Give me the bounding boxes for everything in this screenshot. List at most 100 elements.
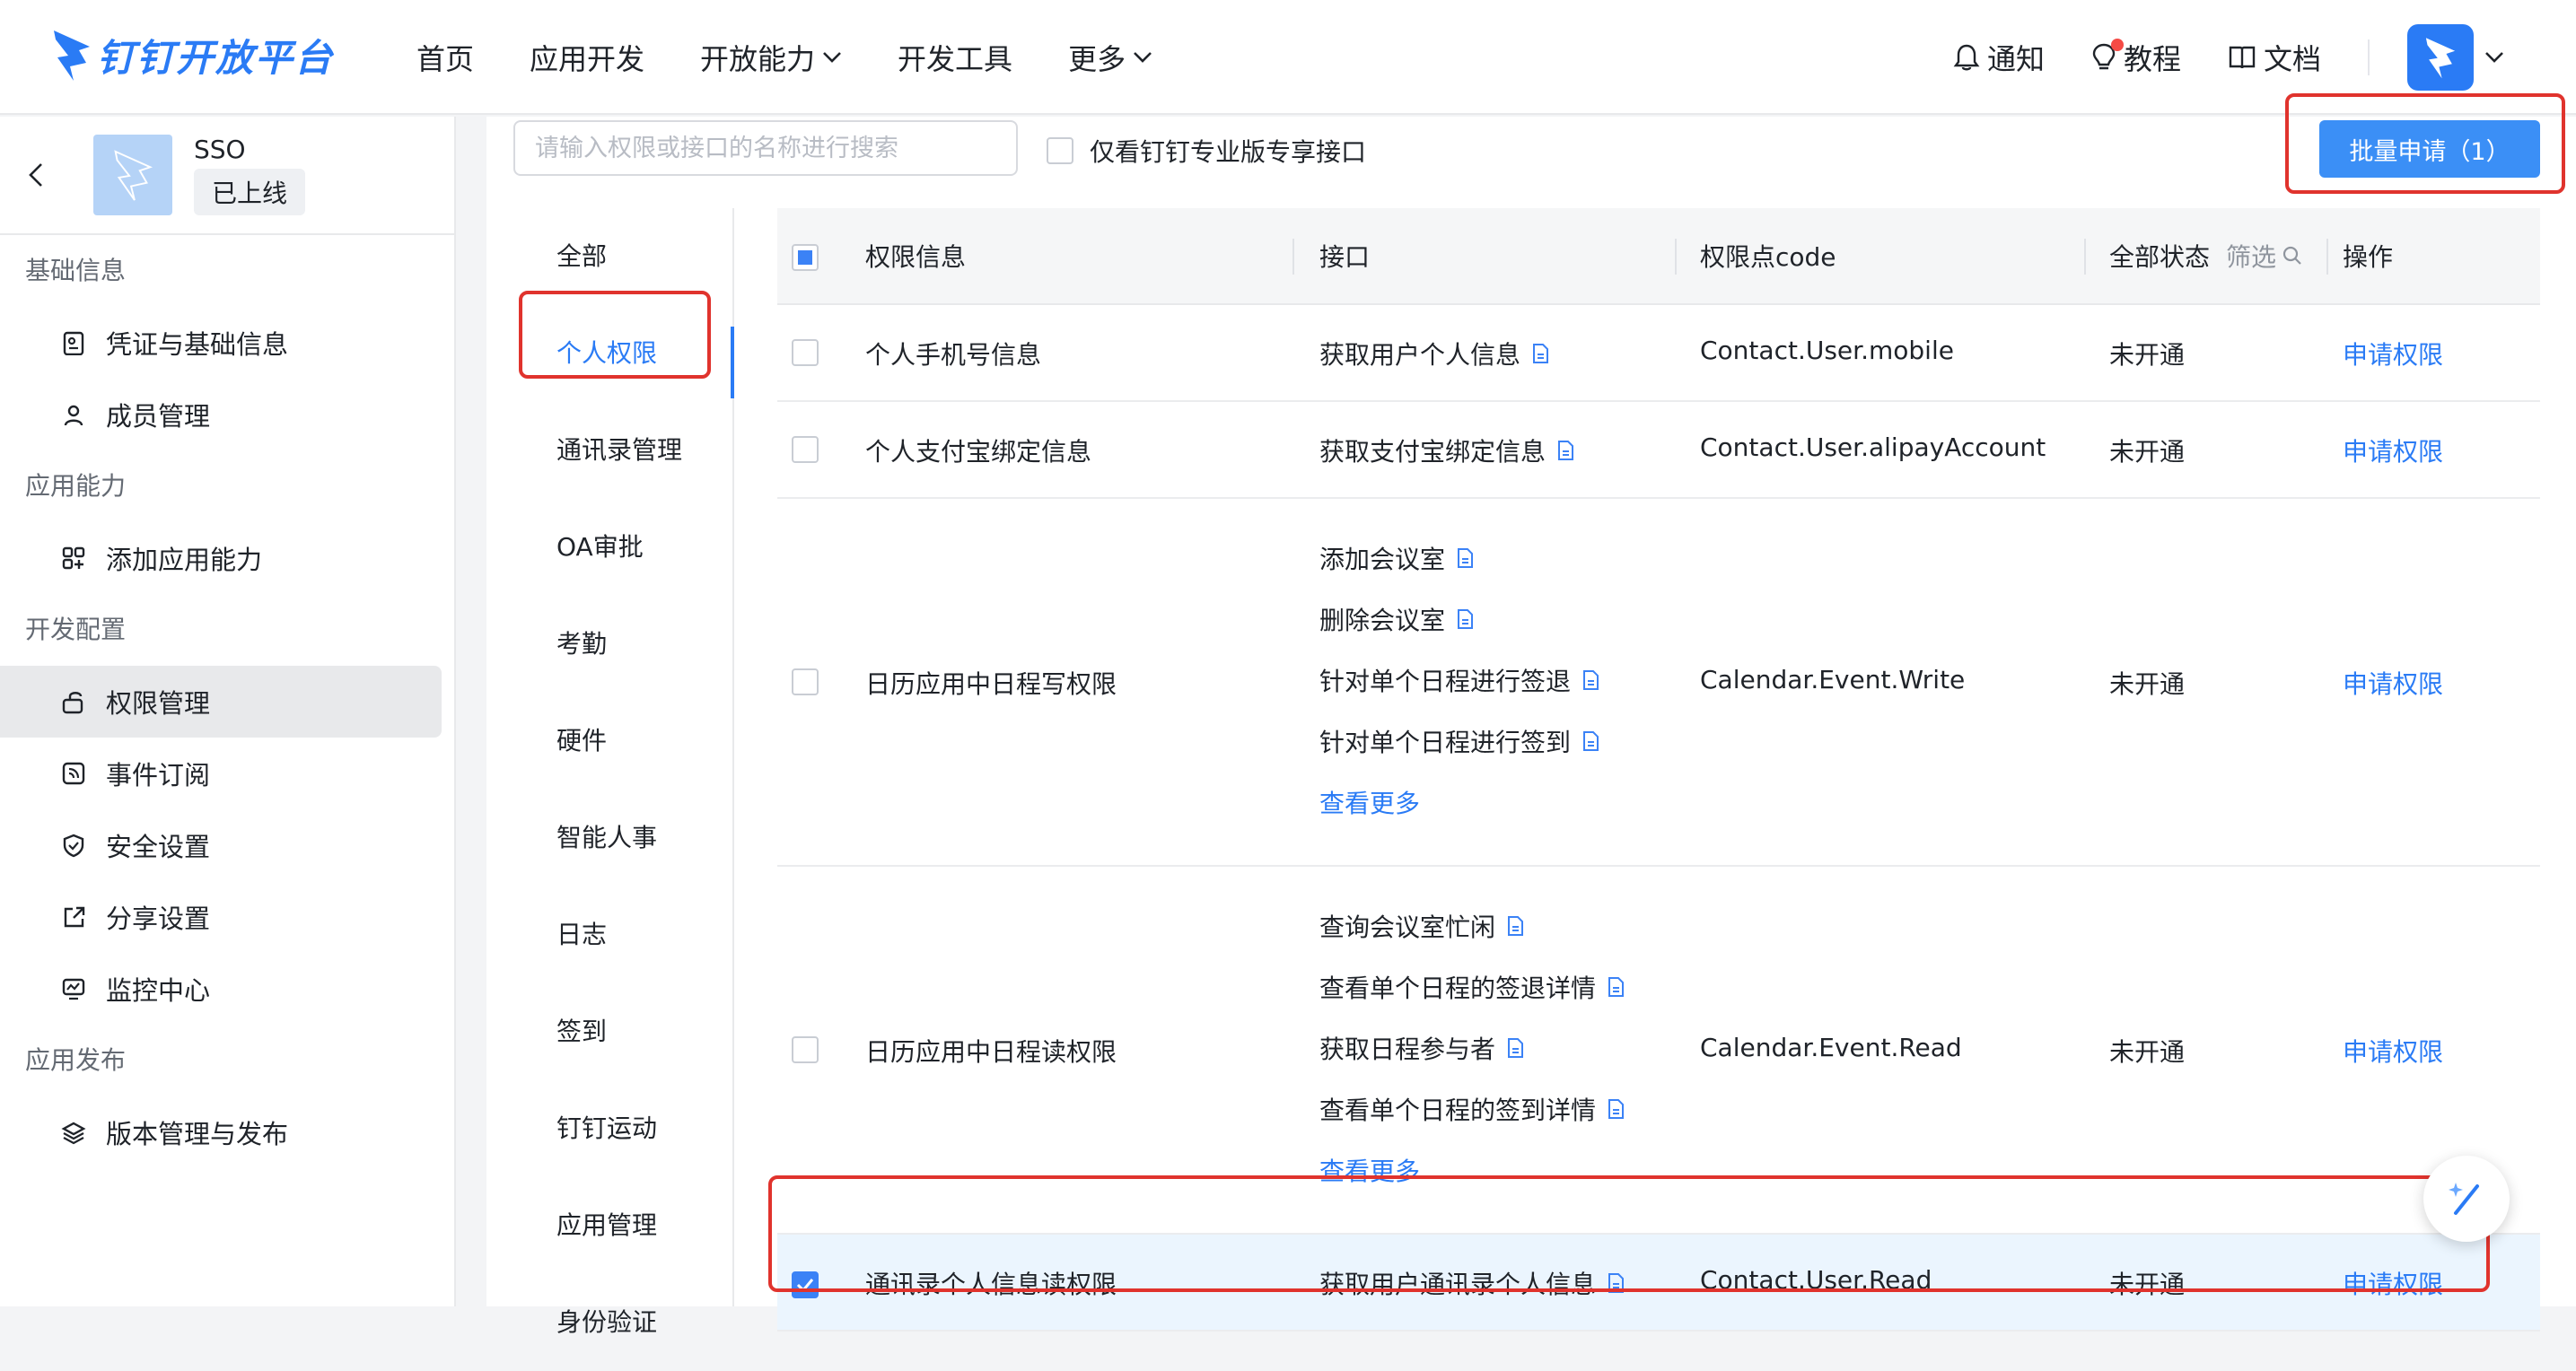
category-item[interactable]: 签到 xyxy=(486,983,732,1080)
app-icon xyxy=(93,135,172,215)
nav-item[interactable]: 首页 xyxy=(416,32,474,83)
pro-only-checkbox[interactable] xyxy=(1047,137,1073,164)
sidebar-item[interactable]: 添加应用能力 xyxy=(0,522,442,594)
permission-code: Calendar.Event.Read xyxy=(1700,1033,1962,1062)
api-name: 针对单个日程进行签到 xyxy=(1319,728,1572,757)
doc-icon[interactable] xyxy=(1456,547,1474,569)
doc-icon[interactable] xyxy=(1582,730,1599,752)
sidebar-item[interactable]: 安全设置 xyxy=(0,809,442,881)
permission-name: 通讯录个人信息读权限 xyxy=(865,1270,1117,1299)
user-menu[interactable] xyxy=(2407,24,2504,91)
table-row[interactable]: 个人支付宝绑定信息 获取支付宝绑定信息 Contact.User.alipayAcc… xyxy=(777,402,2540,499)
lock-icon xyxy=(62,692,83,714)
book-icon xyxy=(2229,46,2256,69)
category-item[interactable]: 日志 xyxy=(486,886,732,983)
category-item[interactable]: 硬件 xyxy=(486,693,732,790)
apply-permission-link[interactable]: 申请权限 xyxy=(2343,1033,2443,1069)
table-row[interactable]: 通讯录个人信息读权限 获取用户通讯录个人信息 Contact.User.Read 未开… xyxy=(777,1235,2540,1332)
bell-icon xyxy=(1953,44,1980,71)
view-more-link[interactable]: 查看更多 xyxy=(1319,772,1599,833)
permission-table: 权限信息 接口 权限点code 全部状态 筛选 操作 个人手机号信息 获取用户个人… xyxy=(777,208,2540,1332)
api-item: 针对单个日程进行签到 xyxy=(1319,711,1599,772)
table-row[interactable]: 个人手机号信息 获取用户个人信息 Contact.User.mobile 未开通 申请权… xyxy=(777,305,2540,402)
header-separator xyxy=(2084,239,2086,275)
select-all-checkbox[interactable] xyxy=(792,241,819,271)
apply-permission-link[interactable]: 申请权限 xyxy=(2343,665,2443,701)
dingtalk-logo[interactable]: 钉钉开放平台 xyxy=(52,25,334,84)
apply-permission-link[interactable]: 申请权限 xyxy=(2343,336,2443,371)
doc-icon[interactable] xyxy=(1582,669,1599,691)
sidebar-item[interactable]: 凭证与基础信息 xyxy=(0,307,442,379)
api-list: 添加会议室 删除会议室 针对单个日程进行签退 针对单个日程进行签到 查看更多 xyxy=(1319,528,1599,833)
sidebar-item[interactable]: 版本管理与发布 xyxy=(0,1096,442,1168)
category-item[interactable]: OA审批 xyxy=(486,499,732,596)
category-item[interactable]: 智能人事 xyxy=(486,790,732,886)
category-item[interactable]: 通讯录管理 xyxy=(486,402,732,499)
api-name: 获取支付宝绑定信息 xyxy=(1319,437,1546,467)
apply-permission-link[interactable]: 申请权限 xyxy=(2343,432,2443,468)
category-item[interactable]: 个人权限 xyxy=(486,305,734,402)
search-input[interactable] xyxy=(513,120,1018,176)
status-filter[interactable]: 筛选 xyxy=(2226,238,2303,274)
nav-item[interactable]: 更多 xyxy=(1068,32,1152,83)
api-list: 获取支付宝绑定信息 xyxy=(1319,420,1574,481)
check-icon xyxy=(796,1279,814,1292)
pro-only-filter[interactable]: 仅看钉钉专业版专享接口 xyxy=(1047,133,1366,169)
apply-permission-link[interactable]: 申请权限 xyxy=(2343,1265,2443,1301)
nav-item[interactable]: 开发工具 xyxy=(898,32,1012,83)
nav-item-label: 应用开发 xyxy=(530,42,645,76)
shield-icon xyxy=(63,834,84,858)
sidebar-item[interactable]: 成员管理 xyxy=(0,379,442,450)
category-item[interactable]: 应用管理 xyxy=(486,1177,732,1274)
api-item: 获取日程参与者 xyxy=(1319,1017,1625,1078)
category-item[interactable]: 钉钉运动 xyxy=(486,1080,732,1177)
sidebar-group-title: 基础信息 xyxy=(25,256,127,285)
notify-button[interactable]: 通知 xyxy=(1953,37,2045,78)
sidebar-item[interactable]: 事件订阅 xyxy=(0,738,442,809)
sidebar-group-title: 开发配置 xyxy=(25,615,127,644)
permission-name: 日历应用中日程写权限 xyxy=(865,669,1117,699)
row-checkbox[interactable] xyxy=(792,1036,819,1070)
notify-label: 通知 xyxy=(1986,42,2045,76)
row-checkbox[interactable] xyxy=(792,339,819,372)
batch-apply-button[interactable]: 批量申请（1） xyxy=(2319,120,2540,178)
doc-icon[interactable] xyxy=(1556,440,1574,461)
category-item[interactable]: 身份验证 xyxy=(486,1274,732,1371)
doc-icon[interactable] xyxy=(1531,343,1549,364)
category-item[interactable]: 全部 xyxy=(486,208,732,305)
doc-icon[interactable] xyxy=(1607,1098,1625,1120)
nav-item-label: 更多 xyxy=(1068,42,1126,76)
nav-item[interactable]: 开放能力 xyxy=(700,32,842,83)
sidebar-item[interactable]: 权限管理 xyxy=(0,666,442,738)
permission-code: Contact.User.alipayAccount xyxy=(1700,432,2046,462)
permission-status: 未开通 xyxy=(2109,669,2186,699)
sidebar-item[interactable]: 分享设置 xyxy=(0,881,442,953)
nav-item[interactable]: 应用开发 xyxy=(530,32,644,83)
main-nav: 首页 应用开发 开放能力 开发工具 更多 xyxy=(416,32,1208,83)
api-name: 查看单个日程的签到详情 xyxy=(1319,1096,1597,1125)
api-name: 删除会议室 xyxy=(1319,606,1446,635)
view-more-link[interactable]: 查看更多 xyxy=(1319,1140,1625,1201)
nav-item-label: 开发工具 xyxy=(898,42,1013,76)
category-item[interactable]: 考勤 xyxy=(486,596,732,693)
table-row[interactable]: 日历应用中日程写权限 添加会议室 删除会议室 针对单个日程进行签退 针对单个日程进行签到… xyxy=(777,499,2540,867)
header-status-label: 全部状态 xyxy=(2109,242,2211,272)
doc-icon[interactable] xyxy=(1456,608,1474,630)
doc-icon[interactable] xyxy=(1506,915,1524,937)
ai-assistant-button[interactable] xyxy=(2423,1156,2510,1242)
tutorial-button[interactable]: 教程 xyxy=(2091,37,2181,78)
sidebar-item[interactable]: 监控中心 xyxy=(0,953,442,1025)
header-separator xyxy=(1675,239,1677,275)
table-row[interactable]: 日历应用中日程读权限 查询会议室忙闲 查看单个日程的签退详情 获取日程参与者 查看单个日… xyxy=(777,867,2540,1235)
doc-icon[interactable] xyxy=(1607,1272,1625,1294)
api-item: 获取支付宝绑定信息 xyxy=(1319,420,1574,481)
docs-button[interactable]: 文档 xyxy=(2228,37,2321,78)
back-arrow-icon[interactable] xyxy=(27,162,45,188)
api-list: 获取用户通讯录个人信息 xyxy=(1319,1253,1625,1314)
sidebar-item-label: 权限管理 xyxy=(106,688,211,719)
doc-icon[interactable] xyxy=(1506,1037,1524,1059)
row-checkbox[interactable] xyxy=(792,436,819,469)
row-checkbox[interactable] xyxy=(792,668,819,702)
row-checkbox[interactable] xyxy=(792,1269,819,1298)
doc-icon[interactable] xyxy=(1607,976,1625,998)
